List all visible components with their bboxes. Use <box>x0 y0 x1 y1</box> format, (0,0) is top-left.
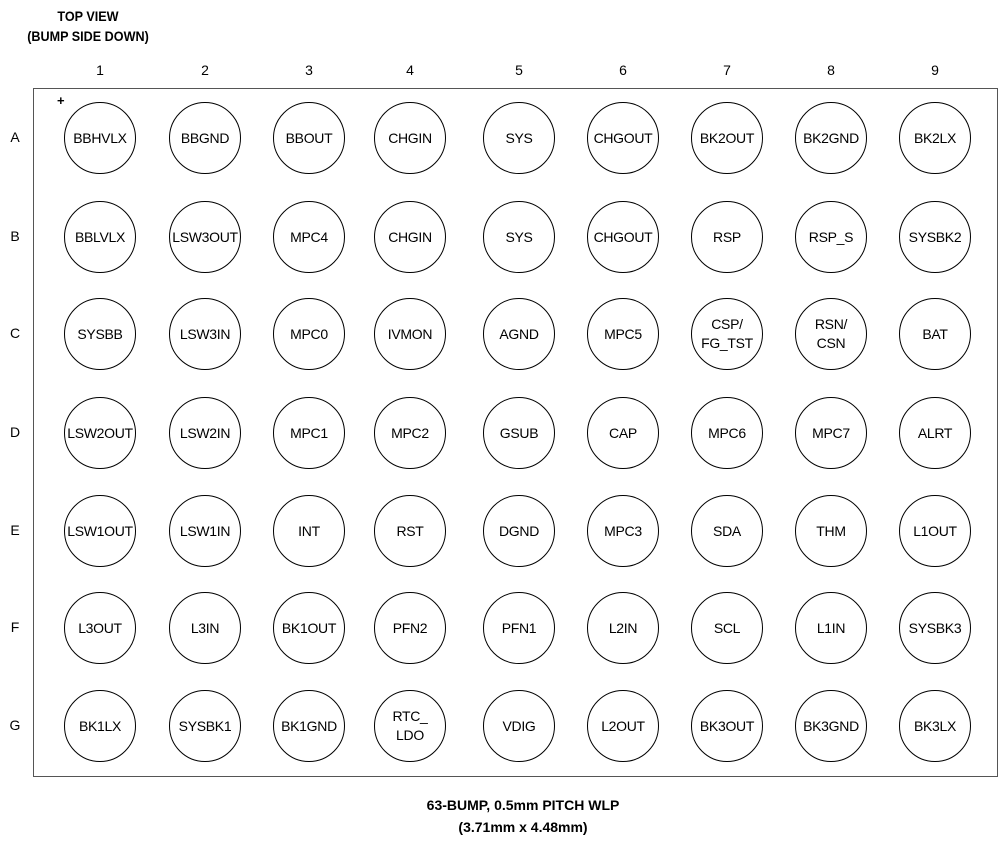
bump-g3: BK1GND <box>273 690 345 762</box>
bump-g8: BK3GND <box>795 690 867 762</box>
bump-a8: BK2GND <box>795 102 867 174</box>
column-header: 8 <box>827 62 835 78</box>
bump-f3: BK1OUT <box>273 592 345 664</box>
column-header: 3 <box>305 62 313 78</box>
bump-b7: RSP <box>691 201 763 273</box>
bump-b8: RSP_S <box>795 201 867 273</box>
row-header: F <box>10 619 20 635</box>
view-title-line2: (BUMP SIDE DOWN) <box>27 28 149 44</box>
bump-a7: BK2OUT <box>691 102 763 174</box>
bump-c2: LSW3IN <box>169 298 241 370</box>
bump-a4: CHGIN <box>374 102 446 174</box>
row-header: A <box>10 129 20 145</box>
row-header: C <box>9 325 21 341</box>
bump-f5: PFN1 <box>483 592 555 664</box>
bump-d1: LSW2OUT <box>64 397 136 469</box>
bump-c7: CSP/ FG_TST <box>691 298 763 370</box>
bump-e1: LSW1OUT <box>64 495 136 567</box>
bump-a3: BBOUT <box>273 102 345 174</box>
row-header: D <box>9 424 21 440</box>
bump-e9: L1OUT <box>899 495 971 567</box>
row-header: G <box>9 717 21 733</box>
row-header: E <box>10 522 20 538</box>
bump-d5: GSUB <box>483 397 555 469</box>
column-header: 7 <box>723 62 731 78</box>
bump-g6: L2OUT <box>587 690 659 762</box>
bump-g2: SYSBK1 <box>169 690 241 762</box>
bump-b2: LSW3OUT <box>169 201 241 273</box>
bump-e8: THM <box>795 495 867 567</box>
column-header: 4 <box>406 62 414 78</box>
column-header: 5 <box>515 62 523 78</box>
bump-g5: VDIG <box>483 690 555 762</box>
bump-g4: RTC_ LDO <box>374 690 446 762</box>
bump-f1: L3OUT <box>64 592 136 664</box>
bump-d9: ALRT <box>899 397 971 469</box>
bump-b1: BBLVLX <box>64 201 136 273</box>
bump-d3: MPC1 <box>273 397 345 469</box>
package-caption-line1: 63-BUMP, 0.5mm PITCH WLP <box>426 797 620 813</box>
bump-d7: MPC6 <box>691 397 763 469</box>
bump-f9: SYSBK3 <box>899 592 971 664</box>
bump-c8: RSN/ CSN <box>795 298 867 370</box>
bump-a2: BBGND <box>169 102 241 174</box>
bump-c6: MPC5 <box>587 298 659 370</box>
bump-e6: MPC3 <box>587 495 659 567</box>
column-header: 9 <box>931 62 939 78</box>
bump-f7: SCL <box>691 592 763 664</box>
bump-f8: L1IN <box>795 592 867 664</box>
bump-e5: DGND <box>483 495 555 567</box>
view-title: TOP VIEW (BUMP SIDE DOWN) <box>25 6 151 46</box>
pin1-marker: + <box>57 93 65 108</box>
bump-e4: RST <box>374 495 446 567</box>
bump-b9: SYSBK2 <box>899 201 971 273</box>
bump-f6: L2IN <box>587 592 659 664</box>
bump-d6: CAP <box>587 397 659 469</box>
bump-g9: BK3LX <box>899 690 971 762</box>
row-header: B <box>10 228 20 244</box>
bump-g1: BK1LX <box>64 690 136 762</box>
package-caption-line2: (3.71mm x 4.48mm) <box>458 819 588 835</box>
bump-e7: SDA <box>691 495 763 567</box>
bump-b3: MPC4 <box>273 201 345 273</box>
bump-c1: SYSBB <box>64 298 136 370</box>
bump-d2: LSW2IN <box>169 397 241 469</box>
bump-b4: CHGIN <box>374 201 446 273</box>
column-header: 2 <box>201 62 209 78</box>
bump-b5: SYS <box>483 201 555 273</box>
bump-a9: BK2LX <box>899 102 971 174</box>
bump-f2: L3IN <box>169 592 241 664</box>
bump-f4: PFN2 <box>374 592 446 664</box>
bump-c5: AGND <box>483 298 555 370</box>
bump-c3: MPC0 <box>273 298 345 370</box>
bump-e3: INT <box>273 495 345 567</box>
bump-c9: BAT <box>899 298 971 370</box>
bump-e2: LSW1IN <box>169 495 241 567</box>
bump-d8: MPC7 <box>795 397 867 469</box>
bump-g7: BK3OUT <box>691 690 763 762</box>
column-header: 6 <box>619 62 627 78</box>
bump-a5: SYS <box>483 102 555 174</box>
bump-c4: IVMON <box>374 298 446 370</box>
column-header: 1 <box>96 62 104 78</box>
bump-a6: CHGOUT <box>587 102 659 174</box>
bump-b6: CHGOUT <box>587 201 659 273</box>
view-title-line1: TOP VIEW <box>57 8 119 24</box>
bump-a1: BBHVLX <box>64 102 136 174</box>
bump-d4: MPC2 <box>374 397 446 469</box>
